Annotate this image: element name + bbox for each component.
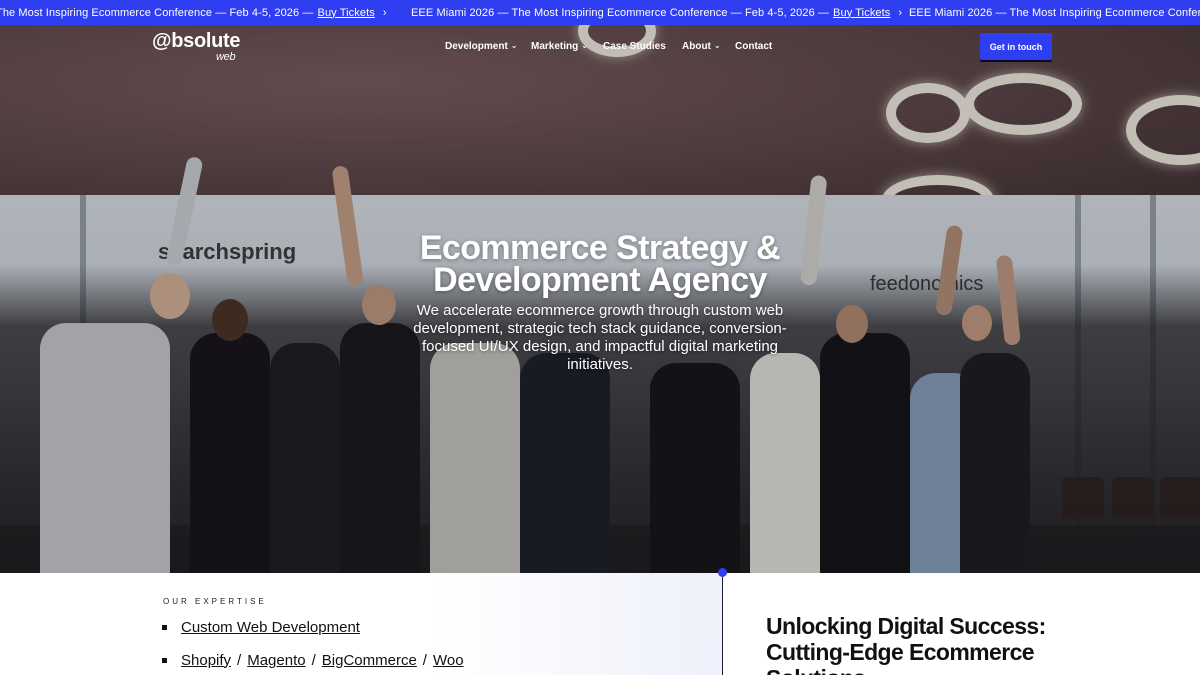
chevron-right-icon: › — [382, 6, 387, 19]
ticker-item: EEE Miami 2026 — The Most Inspiring Ecom… — [411, 0, 966, 25]
get-in-touch-button[interactable]: Get in touch — [980, 33, 1052, 60]
hero-overlay — [0, 25, 1200, 573]
buy-tickets-link[interactable]: Buy Tickets — [318, 7, 375, 19]
expertise-list: Custom Web Development Shopify / Magento… — [162, 619, 464, 675]
nav-label: Development — [445, 41, 508, 52]
magento-link[interactable]: Magento — [247, 652, 305, 669]
shopify-link[interactable]: Shopify — [181, 652, 231, 669]
hero-lead: We accelerate ecommerce growth through c… — [413, 302, 787, 373]
divider — [722, 573, 723, 675]
divider-dot — [718, 568, 727, 577]
ticker-item: The Most Inspiring Ecommerce Conference … — [0, 0, 451, 25]
bullet-icon — [162, 657, 167, 663]
expertise-eyebrow: OUR EXPERTISE — [163, 597, 267, 606]
nav-label: About — [682, 41, 711, 52]
expertise-section: OUR EXPERTISE Custom Web Development Sho… — [0, 568, 1200, 675]
nav-label: Case Studies — [603, 41, 666, 52]
nav-contact[interactable]: Contact — [735, 41, 772, 52]
bigcommerce-link[interactable]: BigCommerce — [322, 652, 417, 669]
chevron-down-icon: ⌄ — [713, 41, 721, 50]
ticker-item: EEE Miami 2026 — The Most Inspiring Ecom… — [909, 0, 1200, 25]
chevron-down-icon: ⌄ — [510, 41, 518, 50]
list-item: Shopify / Magento / BigCommerce / Woo — [162, 651, 464, 669]
ticker-text: The Most Inspiring Ecommerce Conference … — [0, 6, 314, 19]
nav-label: Contact — [735, 41, 773, 52]
nav-marketing[interactable]: Marketing ⌄ — [531, 41, 588, 52]
hero-title: Ecommerce Strategy & Development Agency — [419, 229, 781, 299]
logo[interactable]: @bsolute web — [152, 31, 241, 63]
chevron-down-icon: ⌄ — [581, 41, 588, 50]
nav-development[interactable]: Development ⌄ — [445, 41, 518, 52]
logo-sub: web — [216, 51, 236, 63]
chevron-right-icon: › — [898, 6, 903, 19]
nav-about[interactable]: About ⌄ — [682, 41, 721, 52]
ticker-text: EEE Miami 2026 — The Most Inspiring Ecom… — [909, 6, 1200, 19]
list-item: Custom Web Development — [162, 619, 464, 636]
woo-link[interactable]: Woo — [433, 652, 464, 669]
section-title: Unlocking Digital Success: Cutting-Edge … — [766, 613, 1046, 675]
ticker-text: EEE Miami 2026 — The Most Inspiring Ecom… — [411, 6, 830, 19]
nav-label: Marketing — [531, 41, 579, 52]
separator: / — [311, 651, 316, 669]
custom-web-development-link[interactable]: Custom Web Development — [181, 619, 360, 636]
announcement-ticker: The Most Inspiring Ecommerce Conference … — [0, 0, 1200, 25]
buy-tickets-link[interactable]: Buy Tickets — [833, 7, 890, 19]
bullet-icon — [162, 624, 167, 630]
separator: / — [237, 651, 242, 669]
separator: / — [422, 651, 427, 669]
nav-case-studies[interactable]: Case Studies — [603, 41, 666, 52]
hero-photo: searchspring feedonomics — [0, 25, 1200, 573]
